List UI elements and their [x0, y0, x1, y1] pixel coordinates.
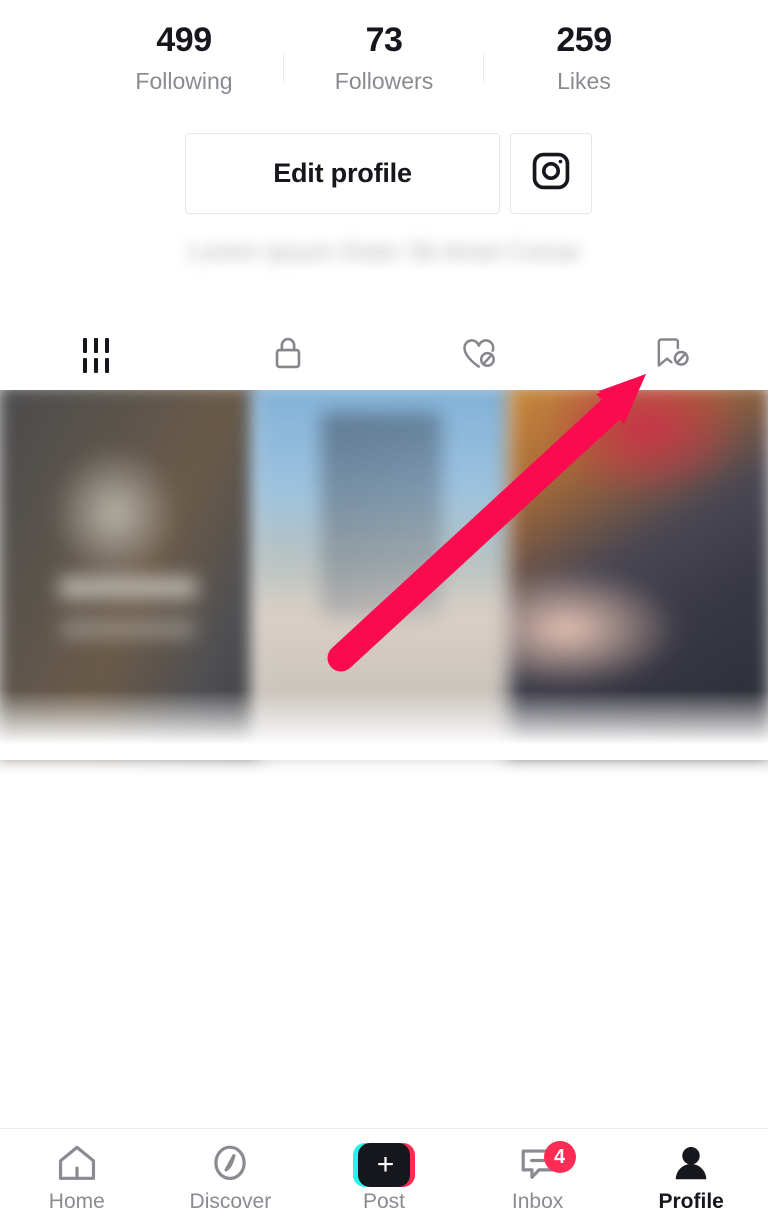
post-icon-wrap: +: [352, 1143, 415, 1187]
profile-icon-wrap: [669, 1143, 713, 1187]
lock-icon: [270, 334, 306, 377]
instagram-icon: [530, 150, 572, 197]
grid-icon: [83, 337, 109, 373]
post-button[interactable]: +: [352, 1143, 415, 1187]
edit-profile-button[interactable]: Edit profile: [185, 133, 500, 214]
nav-profile-label: Profile: [658, 1190, 724, 1213]
nav-post-label: Post: [362, 1190, 405, 1213]
compass-icon-wrap: [208, 1143, 252, 1187]
followers-label: Followers: [334, 68, 434, 94]
nav-home-label: Home: [48, 1190, 105, 1213]
inbox-badge: 4: [543, 1141, 576, 1173]
tab-videos[interactable]: [0, 320, 192, 390]
likes-label: Likes: [557, 68, 611, 94]
following-label: Following: [135, 68, 233, 94]
stat-following[interactable]: 499 Following: [84, 20, 284, 98]
tab-liked[interactable]: [384, 320, 576, 390]
nav-profile[interactable]: Profile: [614, 1129, 768, 1215]
grid-bottom-fade: [0, 690, 768, 760]
profile-bio: Lorem Ipsum Dolor Sit Amet Conse: [188, 238, 580, 266]
following-count: 499: [156, 21, 212, 59]
bottom-navigation-bar: Home Discover + Post 4 Inbox Profile: [0, 1128, 768, 1229]
stat-followers[interactable]: 73 Followers: [284, 20, 484, 98]
likes-count: 259: [556, 21, 612, 59]
edit-profile-label: Edit profile: [273, 158, 412, 188]
plus-icon: +: [376, 1147, 395, 1181]
tab-private[interactable]: [192, 320, 384, 390]
inbox-icon-wrap: 4: [516, 1141, 576, 1187]
nav-discover-label: Discover: [189, 1190, 272, 1213]
person-icon: [669, 1142, 713, 1189]
profile-stats-row: 499 Following 73 Followers 259 Likes: [0, 20, 768, 110]
home-icon: [55, 1142, 99, 1189]
stat-likes[interactable]: 259 Likes: [484, 20, 684, 98]
nav-discover[interactable]: Discover: [154, 1129, 308, 1215]
nav-post[interactable]: + Post: [307, 1129, 461, 1215]
instagram-link-button[interactable]: [510, 133, 592, 214]
home-icon-wrap: [55, 1143, 99, 1187]
tab-favorites[interactable]: [576, 320, 768, 390]
content-tab-bar: [0, 320, 768, 390]
compass-icon: [208, 1142, 252, 1189]
heart-hidden-icon: [459, 334, 501, 377]
nav-home[interactable]: Home: [0, 1129, 154, 1215]
followers-count: 73: [365, 21, 403, 59]
nav-inbox[interactable]: 4 Inbox: [461, 1129, 615, 1215]
nav-inbox-label: Inbox: [511, 1190, 564, 1213]
bookmark-hidden-icon: [651, 334, 693, 377]
profile-actions-row: Edit profile: [185, 133, 592, 214]
